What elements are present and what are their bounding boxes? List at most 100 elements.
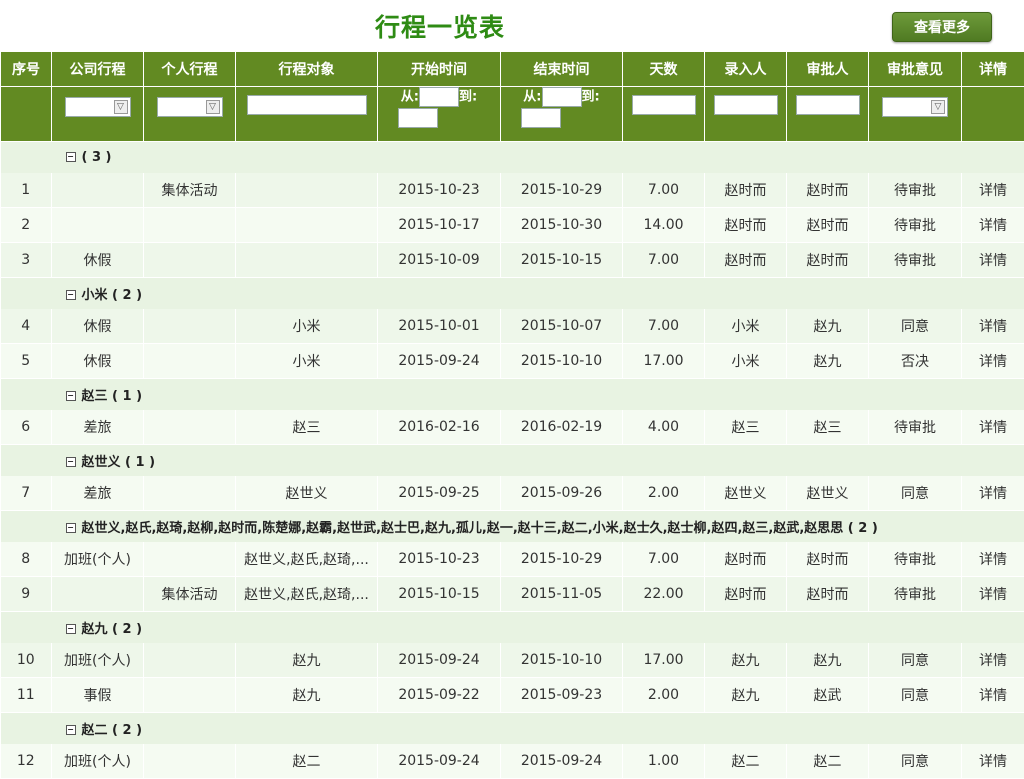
row-no: 4 (1, 309, 52, 344)
detail-link[interactable]: 详情 (962, 309, 1024, 344)
collapse-icon[interactable]: − (66, 624, 76, 634)
group-row[interactable]: −赵二 ( 2 ) (1, 713, 1024, 745)
trip-target (236, 208, 378, 243)
days: 7.00 (623, 173, 705, 208)
detail-link[interactable]: 详情 (962, 476, 1024, 511)
trip-target: 赵世义,赵氏,赵琦,... (236, 542, 378, 577)
collapse-icon[interactable]: − (66, 725, 76, 735)
company-trip (52, 173, 144, 208)
col-header-target[interactable]: 行程对象 (236, 52, 378, 87)
detail-link[interactable]: 详情 (962, 208, 1024, 243)
entered-by: 小米 (705, 309, 787, 344)
personal-trip-select[interactable]: ▽ (157, 97, 223, 117)
start-date: 2015-09-24 (378, 744, 501, 779)
col-header-end[interactable]: 结束时间 (501, 52, 623, 87)
filter-personal-trip: ▽ (144, 87, 236, 142)
table-row[interactable]: 1集体活动2015-10-232015-10-297.00赵时而赵时而待审批详情 (1, 173, 1024, 208)
trip-target (236, 243, 378, 278)
company-trip (52, 577, 144, 612)
personal-trip (144, 678, 236, 713)
group-header[interactable]: −小米 ( 2 ) (52, 278, 1024, 310)
group-header[interactable]: −赵三 ( 1 ) (52, 379, 1024, 411)
group-header[interactable]: −赵世义,赵氏,赵琦,赵柳,赵时而,陈楚娜,赵霸,赵世武,赵士巴,赵九,孤儿,赵… (52, 511, 1024, 543)
group-row[interactable]: −小米 ( 2 ) (1, 278, 1024, 310)
opinion-select[interactable]: ▽ (882, 97, 948, 117)
detail-link[interactable]: 详情 (962, 744, 1024, 779)
start-date: 2015-10-01 (378, 309, 501, 344)
table-row[interactable]: 8加班(个人)赵世义,赵氏,赵琦,...2015-10-232015-10-29… (1, 542, 1024, 577)
table-row[interactable]: 11事假赵九2015-09-222015-09-232.00赵九赵武同意详情 (1, 678, 1024, 713)
header-row: 序号 公司行程 个人行程 行程对象 开始时间 结束时间 天数 录入人 审批人 审… (1, 52, 1024, 87)
table-row[interactable]: 10加班(个人)赵九2015-09-242015-10-1017.00赵九赵九同… (1, 643, 1024, 678)
view-more-button[interactable]: 查看更多 (892, 12, 992, 42)
collapse-icon[interactable]: − (66, 152, 76, 162)
group-header[interactable]: −赵二 ( 2 ) (52, 713, 1024, 745)
col-header-entered-by[interactable]: 录入人 (705, 52, 787, 87)
group-header[interactable]: −( 3 ) (52, 142, 1024, 174)
end-date: 2015-10-30 (501, 208, 623, 243)
col-header-no[interactable]: 序号 (1, 52, 52, 87)
detail-link[interactable]: 详情 (962, 173, 1024, 208)
approval-opinion: 同意 (869, 643, 962, 678)
row-no: 7 (1, 476, 52, 511)
table-row[interactable]: 22015-10-172015-10-3014.00赵时而赵时而待审批详情 (1, 208, 1024, 243)
col-header-days[interactable]: 天数 (623, 52, 705, 87)
group-row[interactable]: −赵三 ( 1 ) (1, 379, 1024, 411)
group-row[interactable]: −赵世义 ( 1 ) (1, 445, 1024, 477)
row-no: 6 (1, 410, 52, 445)
col-header-company-trip[interactable]: 公司行程 (52, 52, 144, 87)
col-header-personal-trip[interactable]: 个人行程 (144, 52, 236, 87)
table-row[interactable]: 4休假小米2015-10-012015-10-077.00小米赵九同意详情 (1, 309, 1024, 344)
row-no: 10 (1, 643, 52, 678)
col-header-opinion[interactable]: 审批意见 (869, 52, 962, 87)
col-header-approver[interactable]: 审批人 (787, 52, 869, 87)
row-no: 8 (1, 542, 52, 577)
personal-trip (144, 208, 236, 243)
table-row[interactable]: 3休假2015-10-092015-10-157.00赵时而赵时而待审批详情 (1, 243, 1024, 278)
end-date: 2015-10-07 (501, 309, 623, 344)
detail-link[interactable]: 详情 (962, 410, 1024, 445)
filter-detail (962, 87, 1024, 142)
approver-filter-input[interactable] (796, 95, 860, 115)
approver: 赵时而 (787, 577, 869, 612)
days: 7.00 (623, 309, 705, 344)
target-filter-input[interactable] (247, 95, 367, 115)
top-bar: 行程一览表 查看更多 (0, 0, 1024, 51)
start-date: 2015-09-24 (378, 344, 501, 379)
table-row[interactable]: 12加班(个人)赵二2015-09-242015-09-241.00赵二赵二同意… (1, 744, 1024, 779)
table-row[interactable]: 7差旅赵世义2015-09-252015-09-262.00赵世义赵世义同意详情 (1, 476, 1024, 511)
group-header[interactable]: −赵九 ( 2 ) (52, 612, 1024, 644)
col-header-detail[interactable]: 详情 (962, 52, 1024, 87)
group-row[interactable]: −( 3 ) (1, 142, 1024, 174)
start-date: 2015-10-23 (378, 542, 501, 577)
detail-link[interactable]: 详情 (962, 643, 1024, 678)
table-row[interactable]: 5休假小米2015-09-242015-10-1017.00小米赵九否决详情 (1, 344, 1024, 379)
days-filter-input[interactable] (632, 95, 696, 115)
group-row[interactable]: −赵九 ( 2 ) (1, 612, 1024, 644)
company-trip-select[interactable]: ▽ (65, 97, 131, 117)
collapse-icon[interactable]: − (66, 391, 76, 401)
end-to-input[interactable] (521, 108, 561, 128)
start-date: 2016-02-16 (378, 410, 501, 445)
table-row[interactable]: 9集体活动赵世义,赵氏,赵琦,...2015-10-152015-11-0522… (1, 577, 1024, 612)
approval-opinion: 同意 (869, 476, 962, 511)
detail-link[interactable]: 详情 (962, 542, 1024, 577)
end-from-input[interactable] (542, 87, 582, 107)
group-header[interactable]: −赵世义 ( 1 ) (52, 445, 1024, 477)
collapse-icon[interactable]: − (66, 523, 76, 533)
personal-trip (144, 744, 236, 779)
start-from-input[interactable] (419, 87, 459, 107)
start-to-input[interactable] (398, 108, 438, 128)
col-header-start[interactable]: 开始时间 (378, 52, 501, 87)
detail-link[interactable]: 详情 (962, 344, 1024, 379)
group-row[interactable]: −赵世义,赵氏,赵琦,赵柳,赵时而,陈楚娜,赵霸,赵世武,赵士巴,赵九,孤儿,赵… (1, 511, 1024, 543)
end-date: 2016-02-19 (501, 410, 623, 445)
table-row[interactable]: 6差旅赵三2016-02-162016-02-194.00赵三赵三待审批详情 (1, 410, 1024, 445)
group-spacer (1, 511, 52, 543)
detail-link[interactable]: 详情 (962, 577, 1024, 612)
detail-link[interactable]: 详情 (962, 678, 1024, 713)
collapse-icon[interactable]: − (66, 290, 76, 300)
entered-by-filter-input[interactable] (714, 95, 778, 115)
collapse-icon[interactable]: − (66, 457, 76, 467)
detail-link[interactable]: 详情 (962, 243, 1024, 278)
